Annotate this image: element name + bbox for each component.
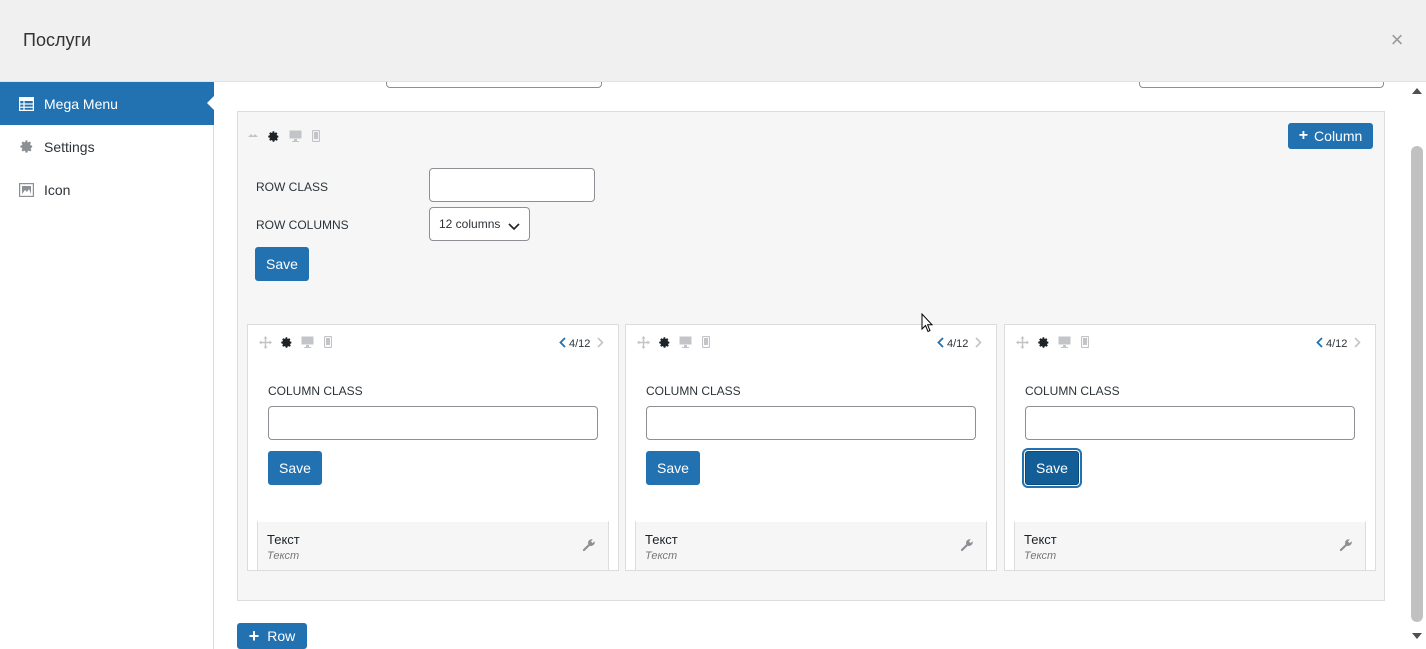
desktop-icon[interactable] [288,129,302,143]
column-class-input[interactable] [646,406,976,440]
column-2: 4/12 COLUMN CLASS Save Текст Текст [625,324,997,571]
column-class-label: COLUMN CLASS [1025,384,1120,398]
gear-icon[interactable] [657,335,671,349]
mobile-icon[interactable] [321,335,335,349]
widget-title: Текст [1024,532,1057,547]
row-save-button[interactable]: Save [255,247,309,281]
row-columns-label: ROW COLUMNS [256,218,349,232]
chevron-left-icon[interactable] [559,337,566,351]
modal-title: Послуги [23,30,92,50]
desktop-icon[interactable] [678,335,692,349]
scroll-down-arrow-icon[interactable] [1412,633,1422,639]
column-width-value: 4/12 [1326,338,1348,350]
column-width-value: 4/12 [569,338,591,350]
move-icon[interactable] [636,335,650,349]
modal-header: Послуги × [0,0,1426,82]
desktop-icon[interactable] [300,335,314,349]
chevron-down-icon [508,220,520,234]
column-width-control: 4/12 [559,337,605,351]
wrench-icon[interactable] [960,538,974,552]
column-class-label: COLUMN CLASS [268,384,363,398]
chevron-right-icon[interactable] [597,337,605,351]
add-column-label: Column [1314,128,1363,144]
gear-icon[interactable] [1036,335,1050,349]
column-width-control: 4/12 [1316,337,1362,351]
mouse-pointer-icon [921,312,934,333]
row-columns-value: 12 columns [439,217,501,231]
mega-menu-builder: + Column ROW CLASS ROW COLUMNS 12 column… [214,82,1408,649]
top-input-right[interactable] [1139,82,1384,88]
chevron-right-icon[interactable] [975,337,983,351]
sidebar-item-label: Icon [44,181,71,198]
add-row-button[interactable]: + Row [237,623,307,649]
sidebar-item-label: Settings [44,138,95,155]
top-input-left[interactable] [386,82,602,88]
mobile-icon[interactable] [699,335,713,349]
column-1: 4/12 COLUMN CLASS Save Текст Текст [247,324,619,571]
scroll-thumb[interactable] [1411,146,1423,622]
widget-item[interactable]: Текст Текст [1014,521,1366,571]
column-save-button[interactable]: Save [646,451,700,485]
widget-subtitle: Текст [645,550,678,562]
scrollbar[interactable] [1408,82,1426,649]
row-class-input[interactable] [429,168,595,202]
desktop-icon[interactable] [1057,335,1071,349]
widget-item[interactable]: Текст Текст [635,521,987,571]
column-save-button[interactable]: Save [268,451,322,485]
widget-title: Текст [267,532,300,547]
chevron-left-icon[interactable] [937,337,944,351]
close-icon[interactable]: × [1387,29,1407,51]
image-icon [18,182,34,198]
chevron-left-icon[interactable] [1316,337,1323,351]
column-class-input[interactable] [268,406,598,440]
add-column-button[interactable]: + Column [1288,123,1373,149]
gear-icon[interactable] [279,335,293,349]
column-class-input[interactable] [1025,406,1355,440]
wrench-icon[interactable] [1339,538,1353,552]
column-class-label: COLUMN CLASS [646,384,741,398]
plus-icon: + [248,625,260,646]
wrench-icon[interactable] [582,538,596,552]
add-row-label: Row [267,628,296,644]
gear-icon[interactable] [266,129,280,143]
move-icon[interactable] [246,129,260,143]
move-icon[interactable] [1015,335,1029,349]
widget-title: Текст [645,532,678,547]
sidebar-item-settings[interactable]: Settings [0,125,214,168]
gear-icon [18,139,34,155]
column-width-value: 4/12 [947,338,969,350]
widget-subtitle: Текст [1024,550,1057,562]
column-3: 4/12 COLUMN CLASS Save Текст Текст [1004,324,1376,571]
widget-item[interactable]: Текст Текст [257,521,609,571]
column-save-button[interactable]: Save [1025,451,1079,485]
menu-row: + Column ROW CLASS ROW COLUMNS 12 column… [237,111,1385,601]
move-icon[interactable] [258,335,272,349]
mobile-icon[interactable] [309,129,323,143]
chevron-right-icon[interactable] [1354,337,1362,351]
sidebar-item-icon[interactable]: Icon [0,168,214,211]
row-class-label: ROW CLASS [256,180,329,194]
sidebar-item-label: Mega Menu [44,95,118,112]
mobile-icon[interactable] [1078,335,1092,349]
row-columns-select[interactable]: 12 columns [429,207,530,241]
sidebar: Mega Menu Settings Icon [0,82,214,649]
table-icon [18,96,34,112]
column-width-control: 4/12 [937,337,983,351]
plus-icon: + [1298,127,1309,144]
widget-subtitle: Текст [267,550,300,562]
sidebar-item-mega-menu[interactable]: Mega Menu [0,82,214,125]
scroll-up-arrow-icon[interactable] [1412,88,1422,94]
